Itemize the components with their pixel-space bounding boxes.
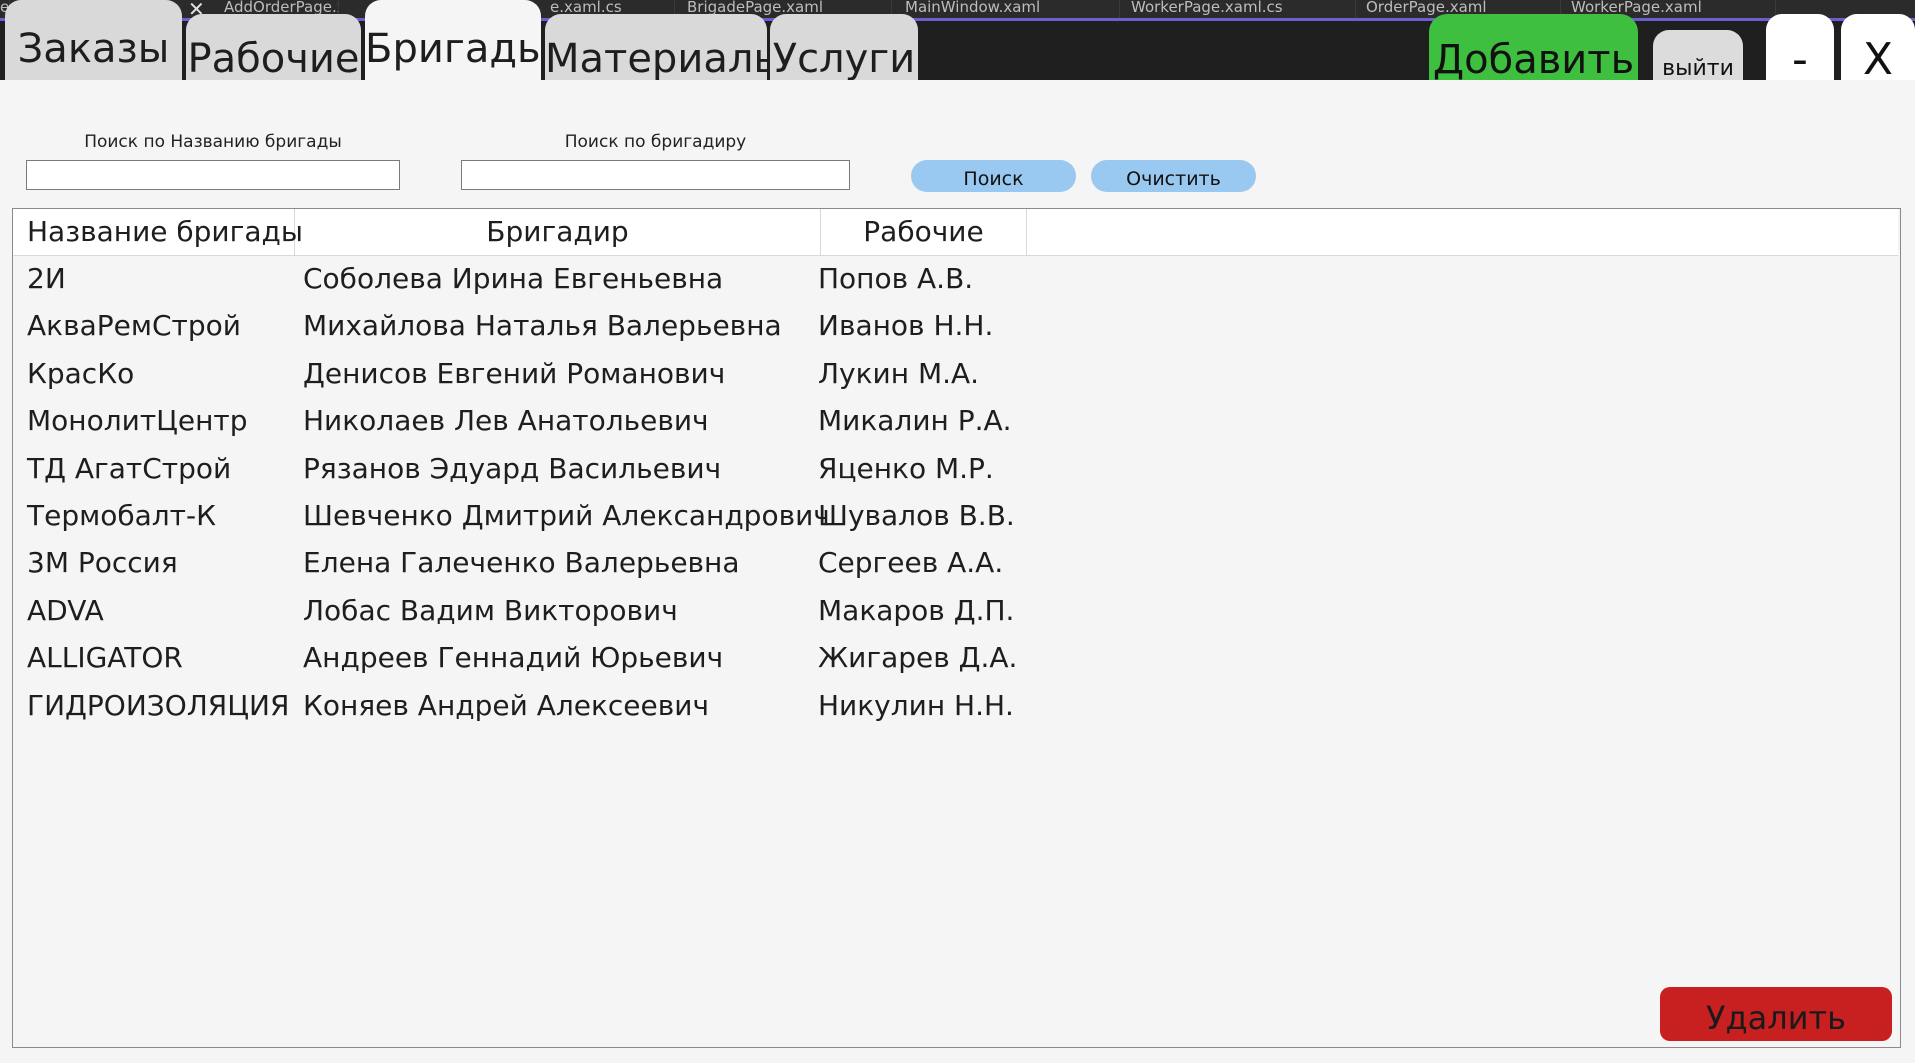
tab-materials[interactable]: Материалы [545, 14, 767, 84]
brigades-table[interactable]: Название бригады Бригадир Рабочие 2И Соб… [12, 208, 1901, 1048]
tab-orders[interactable]: Заказы [5, 0, 182, 84]
table-row[interactable]: ГИДРОИЗОЛЯЦИЯ Коняев Андрей Алексеевич Н… [13, 682, 1898, 729]
tab-workers[interactable]: Рабочие [186, 14, 361, 84]
tab-materials-label: Материалы [545, 36, 767, 82]
cell-foreman: Денисов Евгений Романович [303, 357, 726, 390]
cell-brigade-name: МонолитЦентр [27, 404, 248, 437]
cell-foreman: Рязанов Эдуард Васильевич [303, 452, 722, 485]
table-row[interactable]: МонолитЦентр Николаев Лев Анатольевич Ми… [13, 397, 1898, 444]
tab-brigades-label: Бригады [365, 26, 541, 72]
table-row[interactable]: АкваРемСтрой Михайлова Наталья Валерьевн… [13, 302, 1898, 349]
search-name-input[interactable] [26, 160, 400, 190]
table-row[interactable]: 3М Россия Елена Галеченко Валерьевна Сер… [13, 539, 1898, 586]
cell-foreman: Соболева Ирина Евгеньевна [303, 262, 724, 295]
table-row[interactable]: ТД АгатСтрой Рязанов Эдуард Васильевич Я… [13, 445, 1898, 492]
cell-brigade-name: 2И [27, 262, 66, 295]
cell-brigade-name: АкваРемСтрой [27, 309, 241, 342]
cell-workers: Яценко М.Р. [818, 452, 994, 485]
close-window-button[interactable]: X [1841, 14, 1915, 84]
table-row[interactable]: КрасКо Денисов Евгений Романович Лукин М… [13, 350, 1898, 397]
cell-foreman: Андреев Геннадий Юрьевич [303, 641, 724, 674]
column-header-foreman[interactable]: Бригадир [295, 209, 821, 255]
column-header-workers[interactable]: Рабочие [821, 209, 1027, 255]
cell-foreman: Николаев Лев Анатольевич [303, 404, 709, 437]
cell-foreman: Коняев Андрей Алексеевич [303, 689, 709, 722]
search-foreman-input[interactable] [461, 160, 850, 190]
cell-brigade-name: ADVA [27, 594, 104, 627]
clear-button[interactable]: Очистить [1091, 160, 1256, 192]
cell-workers: Макаров Д.П. [818, 594, 1015, 627]
cell-brigade-name: ALLIGATOR [27, 641, 183, 674]
cell-brigade-name: ГИДРОИЗОЛЯЦИЯ [27, 689, 290, 722]
cell-foreman: Лобас Вадим Викторович [303, 594, 678, 627]
cell-brigade-name: 3М Россия [27, 546, 178, 579]
cell-foreman: Шевченко Дмитрий Александрович [303, 499, 830, 532]
ide-tab[interactable]: MainWindow.xaml [895, 0, 1120, 18]
table-row[interactable]: 2И Соболева Ирина Евгеньевна Попов А.В. [13, 255, 1898, 302]
table-row[interactable]: ALLIGATOR Андреев Геннадий Юрьевич Жигар… [13, 634, 1898, 681]
column-header-name[interactable]: Название бригады [13, 209, 303, 255]
cell-workers: Сергеев А.А. [818, 546, 1004, 579]
cell-workers: Иванов Н.Н. [818, 309, 994, 342]
tab-workers-label: Рабочие [187, 36, 360, 82]
cell-workers: Шувалов В.В. [818, 499, 1015, 532]
cell-workers: Никулин Н.Н. [818, 689, 1014, 722]
add-button[interactable]: Добавить [1429, 14, 1638, 84]
delete-button[interactable]: Удалить [1660, 987, 1892, 1041]
ide-tab[interactable]: WorkerPage.xaml.cs [1121, 0, 1356, 18]
search-foreman-label: Поиск по бригадиру [564, 132, 747, 152]
minimize-button[interactable]: - [1766, 14, 1834, 84]
cell-brigade-name: ТД АгатСтрой [27, 452, 232, 485]
cell-foreman: Елена Галеченко Валерьевна [303, 546, 740, 579]
tab-orders-label: Заказы [17, 26, 170, 72]
cell-foreman: Михайлова Наталья Валерьевна [303, 309, 782, 342]
tab-services[interactable]: Услуги [770, 14, 918, 84]
cell-workers: Попов А.В. [818, 262, 974, 295]
cell-workers: Жигарев Д.А. [818, 641, 1018, 674]
cell-workers: Микалин Р.А. [818, 404, 1012, 437]
tab-services-label: Услуги [772, 36, 916, 82]
search-button[interactable]: Поиск [911, 160, 1076, 192]
cell-workers: Лукин М.А. [818, 357, 980, 390]
tab-brigades[interactable]: Бригады [365, 0, 541, 84]
table-row[interactable]: ADVA Лобас Вадим Викторович Макаров Д.П. [13, 587, 1898, 634]
cell-brigade-name: КрасКо [27, 357, 135, 390]
search-name-label: Поиск по Названию бригады [84, 132, 342, 152]
table-row[interactable]: Термобалт-К Шевченко Дмитрий Александров… [13, 492, 1898, 539]
cell-brigade-name: Термобалт-К [27, 499, 216, 532]
table-header: Название бригады Бригадир Рабочие [13, 209, 1898, 256]
exit-button[interactable]: выйти [1653, 30, 1743, 84]
